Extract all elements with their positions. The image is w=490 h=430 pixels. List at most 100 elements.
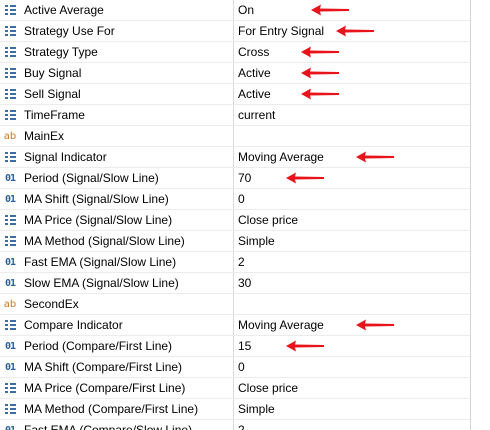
property-label: SecondEx xyxy=(24,297,79,311)
property-name-cell[interactable]: Sell Signal xyxy=(0,84,234,104)
property-value[interactable]: 2 xyxy=(234,252,470,272)
property-value-text: current xyxy=(238,108,276,122)
list-icon xyxy=(0,378,20,398)
number-icon: 01 xyxy=(4,277,16,289)
property-row[interactable]: 01 MA Shift (Signal/Slow Line) 0 xyxy=(0,189,470,210)
property-value[interactable]: Simple xyxy=(234,399,470,419)
property-name-cell[interactable]: Strategy Use For xyxy=(0,21,234,41)
red-arrow-icon xyxy=(301,88,339,100)
property-name-cell[interactable]: Signal Indicator xyxy=(0,147,234,167)
property-value[interactable] xyxy=(234,126,470,146)
property-row[interactable]: ab MainEx xyxy=(0,126,470,147)
property-row[interactable]: 01 MA Shift (Compare/First Line) 0 xyxy=(0,357,470,378)
property-value[interactable]: Cross xyxy=(234,42,470,62)
property-name-cell[interactable]: MA Method (Compare/First Line) xyxy=(0,399,234,419)
property-value[interactable]: Moving Average xyxy=(234,315,470,335)
list-icon xyxy=(0,231,20,251)
list-icon xyxy=(0,105,20,125)
property-value-text: For Entry Signal xyxy=(238,24,325,38)
red-arrow-icon xyxy=(356,319,394,331)
property-value-text: Simple xyxy=(238,402,275,416)
property-value[interactable]: Close price xyxy=(234,210,470,230)
property-row[interactable]: MA Method (Signal/Slow Line) Simple xyxy=(0,231,470,252)
property-name-cell[interactable]: 01 MA Shift (Signal/Slow Line) xyxy=(0,189,234,209)
property-name-cell[interactable]: Strategy Type xyxy=(0,42,234,62)
property-row[interactable]: Buy Signal Active xyxy=(0,63,470,84)
property-value[interactable]: On xyxy=(234,0,470,20)
property-row[interactable]: 01 Slow EMA (Signal/Slow Line) 30 xyxy=(0,273,470,294)
property-value[interactable]: 30 xyxy=(234,273,470,293)
property-label: TimeFrame xyxy=(24,108,85,122)
property-row[interactable]: Signal Indicator Moving Average xyxy=(0,147,470,168)
property-value-text: 0 xyxy=(238,360,245,374)
property-row[interactable]: 01 Fast EMA (Signal/Slow Line) 2 xyxy=(0,252,470,273)
property-value-text: 70 xyxy=(238,171,252,185)
property-value-text: Moving Average xyxy=(238,150,324,164)
property-value[interactable]: 15 xyxy=(234,336,470,356)
property-row[interactable]: Strategy Type Cross xyxy=(0,42,470,63)
list-icon xyxy=(0,315,20,335)
list-icon xyxy=(0,0,20,20)
property-row[interactable]: 01 Fast EMA (Compare/Slow Line) 2 xyxy=(0,420,470,430)
property-name-cell[interactable]: 01 MA Shift (Compare/First Line) xyxy=(0,357,234,377)
red-arrow-icon xyxy=(356,151,394,163)
list-icon xyxy=(0,21,20,41)
property-value[interactable]: 0 xyxy=(234,189,470,209)
property-name-cell[interactable]: 01 Period (Compare/First Line) xyxy=(0,336,234,356)
property-label: Sell Signal xyxy=(24,87,81,101)
property-value-text: On xyxy=(238,3,255,17)
property-row[interactable]: MA Price (Compare/First Line) Close price xyxy=(0,378,470,399)
property-value-text: Moving Average xyxy=(238,318,324,332)
property-value[interactable]: 0 xyxy=(234,357,470,377)
property-value[interactable]: 70 xyxy=(234,168,470,188)
property-row[interactable]: MA Method (Compare/First Line) Simple xyxy=(0,399,470,420)
property-name-cell[interactable]: 01 Period (Signal/Slow Line) xyxy=(0,168,234,188)
property-value[interactable]: 2 xyxy=(234,420,470,430)
property-label: MA Price (Compare/First Line) xyxy=(24,381,186,395)
property-name-cell[interactable]: 01 Slow EMA (Signal/Slow Line) xyxy=(0,273,234,293)
red-arrow-icon xyxy=(301,67,339,79)
property-row[interactable]: Sell Signal Active xyxy=(0,84,470,105)
number-icon: 01 xyxy=(4,340,16,352)
property-name-cell[interactable]: MA Price (Compare/First Line) xyxy=(0,378,234,398)
list-icon xyxy=(0,210,20,230)
property-label: Period (Signal/Slow Line) xyxy=(24,171,159,185)
property-row[interactable]: Active Average On xyxy=(0,0,470,21)
string-icon: ab xyxy=(3,130,17,142)
property-row[interactable]: MA Price (Signal/Slow Line) Close price xyxy=(0,210,470,231)
property-value[interactable]: current xyxy=(234,105,470,125)
property-value-text: 2 xyxy=(238,255,245,269)
property-value[interactable]: Simple xyxy=(234,231,470,251)
property-label: Signal Indicator xyxy=(24,150,107,164)
property-label: MA Method (Signal/Slow Line) xyxy=(24,234,185,248)
property-value[interactable]: Active xyxy=(234,63,470,83)
property-name-cell[interactable]: TimeFrame xyxy=(0,105,234,125)
string-icon: ab xyxy=(3,298,17,310)
property-label: Period (Compare/First Line) xyxy=(24,339,173,353)
property-value[interactable]: For Entry Signal xyxy=(234,21,470,41)
property-name-cell[interactable]: MA Price (Signal/Slow Line) xyxy=(0,210,234,230)
property-name-cell[interactable]: 01 Fast EMA (Compare/Slow Line) xyxy=(0,420,234,430)
property-value-text: 2 xyxy=(238,423,245,430)
property-row[interactable]: Strategy Use For For Entry Signal xyxy=(0,21,470,42)
property-name-cell[interactable]: Active Average xyxy=(0,0,234,20)
property-row[interactable]: ab SecondEx xyxy=(0,294,470,315)
property-name-cell[interactable]: Buy Signal xyxy=(0,63,234,83)
property-value[interactable]: Close price xyxy=(234,378,470,398)
property-label: MA Price (Signal/Slow Line) xyxy=(24,213,173,227)
property-row[interactable]: TimeFrame current xyxy=(0,105,470,126)
property-value[interactable] xyxy=(234,294,470,314)
property-row[interactable]: Compare Indicator Moving Average xyxy=(0,315,470,336)
property-value[interactable]: Active xyxy=(234,84,470,104)
property-name-cell[interactable]: 01 Fast EMA (Signal/Slow Line) xyxy=(0,252,234,272)
property-value-text: Close price xyxy=(238,213,299,227)
property-label: Fast EMA (Compare/Slow Line) xyxy=(24,423,193,430)
property-row[interactable]: 01 Period (Signal/Slow Line) 70 xyxy=(0,168,470,189)
property-name-cell[interactable]: ab SecondEx xyxy=(0,294,234,314)
property-name-cell[interactable]: MA Method (Signal/Slow Line) xyxy=(0,231,234,251)
property-row[interactable]: 01 Period (Compare/First Line) 15 xyxy=(0,336,470,357)
property-name-cell[interactable]: ab MainEx xyxy=(0,126,234,146)
property-value[interactable]: Moving Average xyxy=(234,147,470,167)
property-name-cell[interactable]: Compare Indicator xyxy=(0,315,234,335)
property-label: Buy Signal xyxy=(24,66,82,80)
